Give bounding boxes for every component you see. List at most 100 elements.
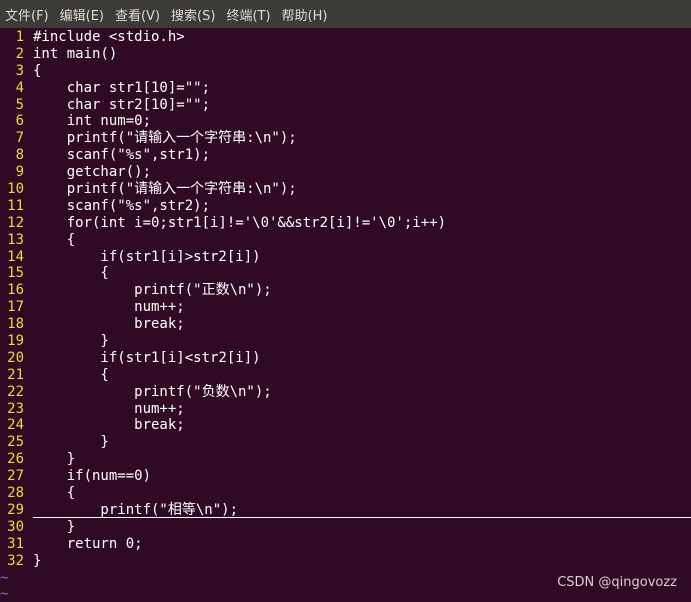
line-number: 20	[7, 349, 24, 366]
empty-line-marker: ~	[0, 586, 9, 602]
line-number: 22	[7, 383, 24, 400]
code-text[interactable]: }	[33, 333, 108, 349]
line-number: 7	[15, 130, 24, 147]
code-text[interactable]: #include <stdio.h>	[33, 29, 185, 45]
line-number: 17	[7, 299, 24, 316]
code-text[interactable]: printf("负数\n");	[33, 384, 272, 400]
code-line[interactable]: 12 for(int i=0;str1[i]!='\0'&&str2[i]!='…	[0, 215, 691, 232]
line-number: 19	[7, 333, 24, 350]
code-line[interactable]: 24 break;	[0, 417, 691, 434]
line-number: 29	[7, 501, 24, 518]
line-number: 4	[15, 79, 24, 96]
code-line[interactable]: 4 char str1[10]="";	[0, 80, 691, 97]
menu-bar: 文件(F) 编辑(E) 查看(V) 搜索(S) 终端(T) 帮助(H)	[0, 0, 691, 28]
code-text[interactable]: getchar();	[33, 164, 151, 180]
empty-line-marker: ~	[0, 570, 9, 586]
line-number: 23	[7, 400, 24, 417]
code-line[interactable]: 11 scanf("%s",str2);	[0, 198, 691, 215]
code-line[interactable]: 27 if(num==0)	[0, 468, 691, 485]
code-text[interactable]: if(num==0)	[33, 468, 151, 484]
code-line[interactable]: 32}	[0, 553, 691, 570]
line-number: 26	[7, 451, 24, 468]
code-line[interactable]: 23 num++;	[0, 401, 691, 418]
line-number: 6	[15, 113, 24, 130]
code-line[interactable]: 25 }	[0, 434, 691, 451]
code-line[interactable]: 28 {	[0, 485, 691, 502]
code-text[interactable]: break;	[33, 417, 185, 433]
line-number: 30	[7, 518, 24, 535]
line-number: 1	[15, 29, 24, 45]
code-text[interactable]: char str2[10]="";	[33, 97, 210, 113]
code-line[interactable]: 30 }	[0, 519, 691, 536]
code-text[interactable]: {	[33, 367, 108, 383]
code-text[interactable]: scanf("%s",str2);	[33, 198, 210, 214]
watermark: CSDN @qingovozz	[557, 575, 677, 590]
code-line[interactable]: 21 {	[0, 367, 691, 384]
menu-view[interactable]: 查看(V)	[110, 5, 166, 24]
line-number: 9	[15, 164, 24, 181]
code-line[interactable]: 8 scanf("%s",str1);	[0, 147, 691, 164]
line-number: 27	[7, 468, 24, 485]
code-line[interactable]: 15 {	[0, 265, 691, 282]
code-line[interactable]: 9 getchar();	[0, 164, 691, 181]
code-text[interactable]: }	[33, 553, 41, 569]
menu-edit[interactable]: 编辑(E)	[55, 5, 110, 24]
code-text[interactable]: printf("相等\n");	[33, 502, 238, 518]
code-text[interactable]: }	[33, 519, 75, 535]
code-text[interactable]: num++;	[33, 299, 185, 315]
code-text[interactable]: return 0;	[33, 536, 143, 552]
code-text[interactable]: for(int i=0;str1[i]!='\0'&&str2[i]!='\0'…	[33, 215, 446, 231]
line-number: 25	[7, 434, 24, 451]
menu-search[interactable]: 搜索(S)	[166, 5, 221, 24]
code-text[interactable]: int num=0;	[33, 113, 151, 129]
code-text[interactable]: if(str1[i]<str2[i])	[33, 350, 260, 366]
code-line[interactable]: 16 printf("正数\n");	[0, 282, 691, 299]
line-number: 11	[7, 197, 24, 214]
code-line[interactable]: 26 }	[0, 451, 691, 468]
code-line[interactable]: 17 num++;	[0, 299, 691, 316]
line-number: 14	[7, 248, 24, 265]
code-line[interactable]: 14 if(str1[i]>str2[i])	[0, 249, 691, 266]
code-text[interactable]: printf("正数\n");	[33, 282, 272, 298]
code-text[interactable]: }	[33, 451, 75, 467]
code-line[interactable]: 20 if(str1[i]<str2[i])	[0, 350, 691, 367]
code-line[interactable]: 1 #include <stdio.h>	[0, 29, 691, 46]
line-number: 15	[7, 265, 24, 282]
code-text[interactable]: {	[33, 485, 75, 501]
code-text[interactable]: printf("请输入一个字符串:\n");	[33, 130, 297, 146]
line-number: 24	[7, 417, 24, 434]
code-line[interactable]: 31 return 0;	[0, 536, 691, 553]
code-text[interactable]: {	[33, 265, 108, 281]
code-line[interactable]: 10 printf("请输入一个字符串:\n");	[0, 181, 691, 198]
code-text[interactable]: if(str1[i]>str2[i])	[33, 249, 260, 265]
code-line[interactable]: 5 char str2[10]="";	[0, 97, 691, 114]
code-text[interactable]: num++;	[33, 401, 185, 417]
line-number: 32	[7, 552, 24, 569]
code-text[interactable]: printf("请输入一个字符串:\n");	[33, 181, 297, 197]
code-text[interactable]: {	[33, 232, 75, 248]
line-number: 31	[7, 535, 24, 552]
line-number: 28	[7, 485, 24, 502]
code-line[interactable]: 13 {	[0, 232, 691, 249]
code-line[interactable]: 7 printf("请输入一个字符串:\n");	[0, 130, 691, 147]
code-line[interactable]: 19 }	[0, 333, 691, 350]
code-line[interactable]: 2 int main()	[0, 46, 691, 63]
menu-file[interactable]: 文件(F)	[0, 5, 55, 24]
code-line[interactable]: 22 printf("负数\n");	[0, 384, 691, 401]
code-line[interactable]: 18 break;	[0, 316, 691, 333]
code-text[interactable]: }	[33, 434, 108, 450]
code-line[interactable]: 3{	[0, 63, 691, 80]
code-text[interactable]: char str1[10]="";	[33, 80, 210, 96]
code-line[interactable]: 6 int num=0;	[0, 113, 691, 130]
line-number: 12	[7, 214, 24, 231]
code-text[interactable]: int main()	[33, 46, 117, 62]
menu-help[interactable]: 帮助(H)	[277, 5, 334, 24]
line-number: 8	[15, 147, 24, 164]
editor-area[interactable]: 1 #include <stdio.h> 2 int main() 3{4 char s…	[0, 29, 691, 570]
code-text[interactable]: scanf("%s",str1);	[33, 147, 210, 163]
code-text[interactable]: {	[33, 63, 41, 79]
line-number: 10	[7, 181, 24, 198]
code-text[interactable]: break;	[33, 316, 185, 332]
line-number: 3	[15, 62, 24, 79]
menu-terminal[interactable]: 终端(T)	[221, 5, 276, 24]
